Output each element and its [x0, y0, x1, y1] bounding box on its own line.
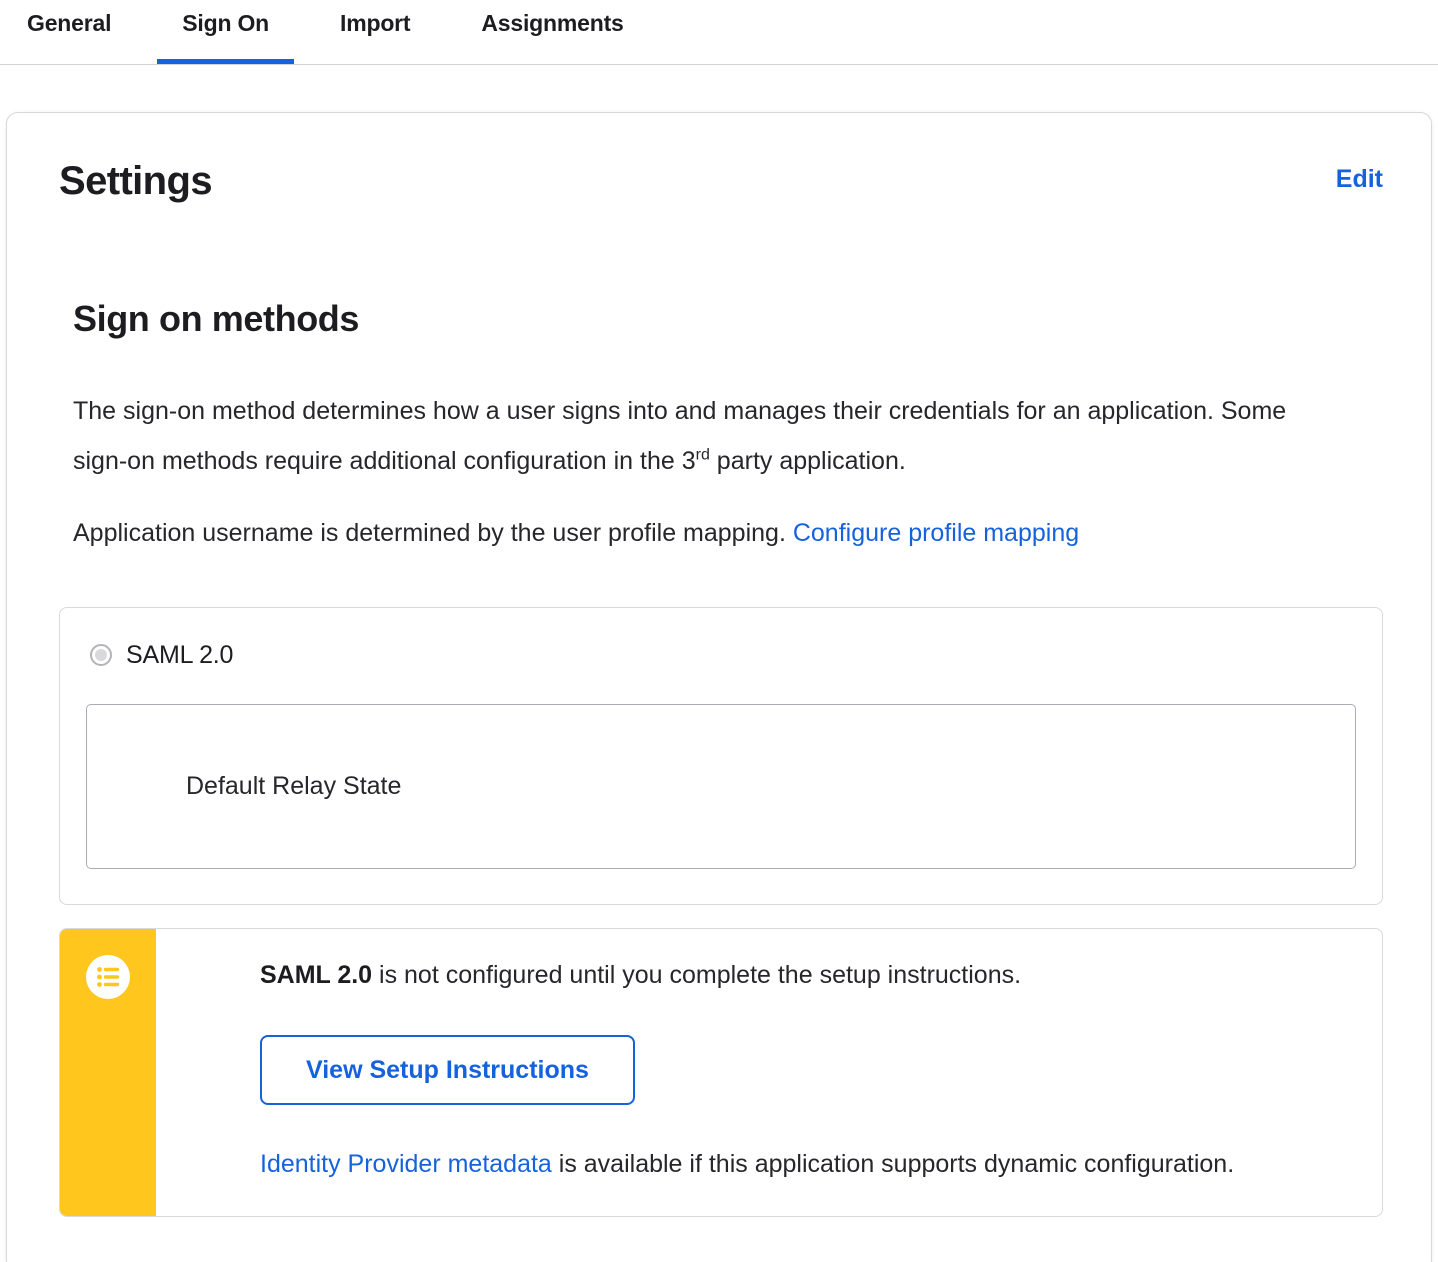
list-icon: [86, 955, 130, 999]
saml-radio-dot: [95, 649, 107, 661]
callout-warning-strip: [60, 929, 156, 1216]
page-title: Settings: [59, 159, 213, 203]
tab-general[interactable]: General: [2, 0, 136, 64]
view-setup-instructions-button[interactable]: View Setup Instructions: [260, 1035, 635, 1105]
sign-on-method-description: The sign-on method determines how a user…: [73, 386, 1318, 486]
saml-radio-button[interactable]: [90, 644, 112, 666]
callout-footer: Identity Provider metadata is available …: [260, 1145, 1342, 1183]
tab-assignments[interactable]: Assignments: [456, 0, 648, 64]
ordinal-superscript: rd: [695, 446, 710, 464]
saml-setup-callout: SAML 2.0 is not configured until you com…: [59, 928, 1383, 1217]
app-tab-bar: General Sign On Import Assignments: [0, 0, 1438, 65]
edit-link[interactable]: Edit: [1336, 165, 1383, 194]
saml-radio-label: SAML 2.0: [126, 640, 234, 669]
identity-provider-metadata-link[interactable]: Identity Provider metadata: [260, 1150, 552, 1178]
settings-card: Settings Edit Sign on methods The sign-o…: [6, 112, 1432, 1262]
username-mapping-note: Application username is determined by th…: [73, 508, 1318, 558]
settings-card-header: Settings Edit: [59, 157, 1383, 205]
sign-on-methods-heading: Sign on methods: [73, 298, 359, 339]
description-text-tail: party application.: [709, 447, 906, 475]
saml-method-box: SAML 2.0 Default Relay State: [59, 607, 1383, 905]
callout-message: SAML 2.0 is not configured until you com…: [260, 955, 1342, 995]
default-relay-state-box: Default Relay State: [86, 704, 1356, 869]
tab-sign-on[interactable]: Sign On: [157, 0, 295, 64]
tab-import[interactable]: Import: [315, 0, 435, 64]
callout-message-rest: is not configured until you complete the…: [372, 961, 1022, 989]
username-mapping-text: Application username is determined by th…: [73, 519, 793, 547]
callout-footer-rest: is available if this application support…: [551, 1150, 1235, 1178]
callout-message-strong: SAML 2.0: [260, 961, 373, 989]
callout-body: SAML 2.0 is not configured until you com…: [208, 929, 1382, 1216]
saml-radio-row: SAML 2.0: [90, 640, 1356, 670]
default-relay-state-label: Default Relay State: [186, 772, 402, 800]
configure-profile-mapping-link[interactable]: Configure profile mapping: [793, 519, 1079, 547]
description-text: The sign-on method determines how a user…: [73, 397, 1287, 475]
